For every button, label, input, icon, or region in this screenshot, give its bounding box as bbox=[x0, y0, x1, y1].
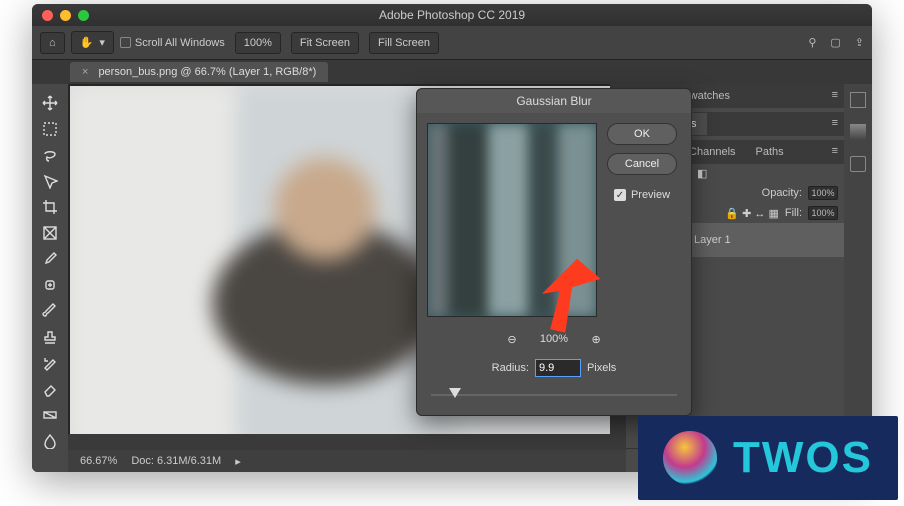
titlebar: Adobe Photoshop CC 2019 bbox=[32, 4, 872, 26]
stamp-tool[interactable] bbox=[35, 324, 65, 350]
zoom-in-button[interactable]: ⊕ bbox=[586, 329, 606, 349]
close-tab-icon[interactable]: × bbox=[82, 66, 88, 78]
fill-value[interactable]: 100% bbox=[808, 206, 838, 220]
app-title: Adobe Photoshop CC 2019 bbox=[32, 8, 872, 22]
status-chevron-icon[interactable]: ▸ bbox=[235, 455, 241, 468]
layer-name[interactable]: Layer 1 bbox=[694, 234, 731, 246]
workspace-icon[interactable]: ▢ bbox=[830, 36, 840, 49]
collapsed-panel-icon[interactable] bbox=[850, 156, 866, 172]
opacity-label: Opacity: bbox=[762, 187, 802, 199]
gaussian-blur-dialog: Gaussian Blur OK Cancel ✓Preview ⊖ 100% … bbox=[416, 88, 692, 416]
lasso-tool[interactable] bbox=[35, 142, 65, 168]
home-button[interactable]: ⌂ bbox=[40, 32, 65, 54]
scroll-all-checkbox[interactable]: Scroll All Windows bbox=[120, 37, 225, 49]
search-icon[interactable]: ⚲ bbox=[808, 36, 816, 49]
options-bar: ⌂ ✋▾ Scroll All Windows 100% Fit Screen … bbox=[32, 26, 872, 60]
zoom-readout[interactable]: 66.67% bbox=[80, 455, 117, 467]
tab-paths[interactable]: Paths bbox=[746, 141, 794, 163]
opacity-value[interactable]: 100% bbox=[808, 186, 838, 200]
marquee-tool[interactable] bbox=[35, 116, 65, 142]
slider-knob[interactable] bbox=[449, 388, 461, 398]
hand-tool-indicator[interactable]: ✋▾ bbox=[71, 31, 114, 54]
filter-icon[interactable]: ◧ bbox=[697, 167, 707, 180]
watermark-text: TWOS bbox=[733, 433, 873, 483]
brush-tool[interactable] bbox=[35, 298, 65, 324]
fill-screen-button[interactable]: Fill Screen bbox=[369, 32, 439, 54]
ok-button[interactable]: OK bbox=[607, 123, 677, 145]
eyedropper-tool[interactable] bbox=[35, 246, 65, 272]
tool-panel bbox=[32, 84, 68, 472]
radius-input[interactable] bbox=[535, 359, 581, 377]
cancel-button[interactable]: Cancel bbox=[607, 153, 677, 175]
panel-menu-icon[interactable]: ≡ bbox=[832, 89, 838, 101]
document-tab-bar: ×person_bus.png @ 66.7% (Layer 1, RGB/8*… bbox=[32, 60, 872, 84]
dialog-zoom-readout: 100% bbox=[540, 333, 568, 345]
doc-size-readout: Doc: 6.31M/6.31M bbox=[131, 455, 221, 467]
gradient-tool[interactable] bbox=[35, 402, 65, 428]
preview-checkbox[interactable]: ✓Preview bbox=[614, 189, 670, 201]
crop-tool[interactable] bbox=[35, 194, 65, 220]
fill-label: Fill: bbox=[785, 207, 802, 219]
healing-tool[interactable] bbox=[35, 272, 65, 298]
status-bar: 66.67% Doc: 6.31M/6.31M ▸ bbox=[68, 450, 626, 472]
hand-icon: ✋ bbox=[80, 36, 94, 49]
blur-tool[interactable] bbox=[35, 428, 65, 454]
home-icon: ⌂ bbox=[49, 37, 56, 49]
radius-label: Radius: bbox=[492, 362, 529, 374]
panel-menu-icon[interactable]: ≡ bbox=[832, 145, 838, 157]
horizontal-scrollbar[interactable] bbox=[68, 434, 610, 450]
watermark: TWOS bbox=[638, 416, 898, 500]
eraser-tool[interactable] bbox=[35, 376, 65, 402]
move-tool[interactable] bbox=[35, 90, 65, 116]
lock-icons[interactable]: 🔒 ✚ ↔ ▦ bbox=[725, 207, 778, 220]
fit-screen-button[interactable]: Fit Screen bbox=[291, 32, 359, 54]
dialog-preview[interactable] bbox=[427, 123, 597, 317]
quick-select-tool[interactable] bbox=[35, 168, 65, 194]
zoom-level-button[interactable]: 100% bbox=[235, 32, 281, 54]
frame-tool[interactable] bbox=[35, 220, 65, 246]
share-icon[interactable]: ⇪ bbox=[855, 36, 864, 49]
radius-slider[interactable] bbox=[431, 385, 677, 405]
collapsed-panel-icon[interactable] bbox=[850, 92, 866, 108]
dialog-title: Gaussian Blur bbox=[417, 89, 691, 113]
collapsed-panel-strip bbox=[844, 84, 872, 472]
panel-menu-icon[interactable]: ≡ bbox=[832, 117, 838, 129]
radius-unit: Pixels bbox=[587, 362, 616, 374]
collapsed-panel-icon[interactable] bbox=[850, 124, 866, 140]
history-brush-tool[interactable] bbox=[35, 350, 65, 376]
zoom-out-button[interactable]: ⊖ bbox=[502, 329, 522, 349]
document-tab[interactable]: ×person_bus.png @ 66.7% (Layer 1, RGB/8*… bbox=[70, 62, 328, 82]
bulb-icon bbox=[663, 431, 717, 485]
